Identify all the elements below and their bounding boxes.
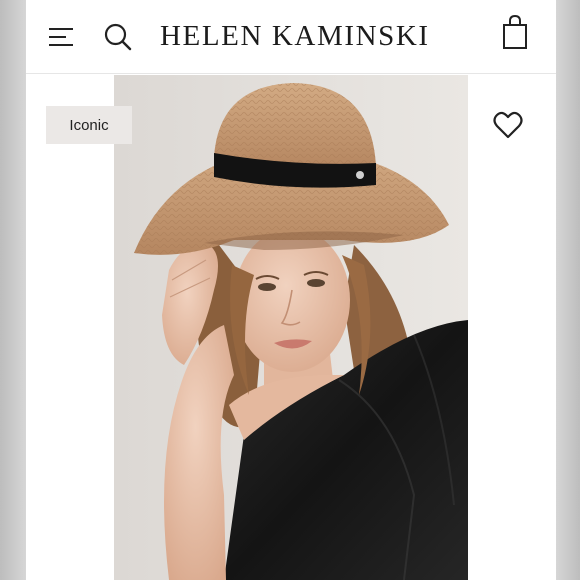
device-bezel-left — [0, 0, 26, 580]
shopping-bag-icon[interactable] — [502, 14, 528, 50]
device-bezel-right — [556, 0, 580, 580]
brand-logo[interactable]: HELEN KAMINSKI — [160, 20, 430, 53]
heart-icon[interactable] — [493, 111, 523, 139]
site-header: HELEN KAMINSKI — [26, 0, 556, 74]
product-photo-illustration — [114, 75, 468, 580]
product-badge: Iconic — [46, 106, 132, 144]
search-icon[interactable] — [104, 23, 132, 51]
product-gallery: Iconic — [26, 75, 556, 580]
menu-icon[interactable] — [48, 26, 74, 48]
product-image[interactable] — [114, 75, 468, 580]
app-screen: HELEN KAMINSKI Iconic — [26, 0, 556, 580]
